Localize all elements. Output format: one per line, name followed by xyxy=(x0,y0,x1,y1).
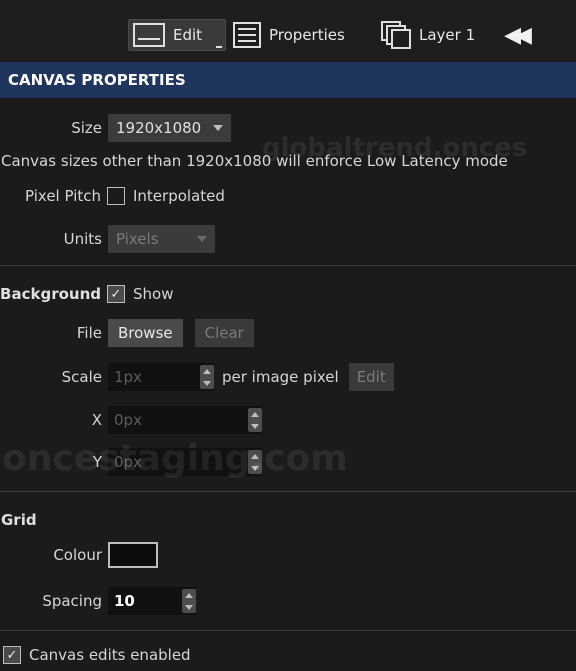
scale-row: Scale 1px per image pixel Edit xyxy=(0,362,576,392)
edit-tab-button[interactable]: Edit xyxy=(128,19,226,51)
stepper-arrows-icon[interactable] xyxy=(182,589,196,613)
x-label: X xyxy=(91,411,102,429)
size-select[interactable]: 1920x1080 xyxy=(108,114,232,142)
layers-icon xyxy=(381,21,411,49)
scale-stepper[interactable]: 1px xyxy=(108,363,214,391)
y-label: Y xyxy=(92,453,102,471)
y-row: Y 0px xyxy=(0,447,576,477)
monitor-icon xyxy=(133,23,165,47)
toolbar: Edit Properties Layer 1 ◀◀ xyxy=(0,0,576,60)
spacing-label: Spacing xyxy=(42,592,102,610)
units-select[interactable]: Pixels xyxy=(108,225,215,253)
size-value: 1920x1080 xyxy=(116,119,202,137)
note-row: Canvas sizes other than 1920x1080 will e… xyxy=(0,146,576,176)
size-row: Size 1920x1080 xyxy=(0,113,576,143)
y-value: 0px xyxy=(114,453,142,471)
scale-label: Scale xyxy=(61,368,102,386)
section-divider xyxy=(0,491,576,492)
low-latency-note: Canvas sizes other than 1920x1080 will e… xyxy=(1,152,508,170)
section-divider xyxy=(0,265,576,266)
scale-edit-button[interactable]: Edit xyxy=(348,363,394,391)
edit-tab-label: Edit xyxy=(173,26,203,44)
pixel-pitch-row: Pixel Pitch Interpolated xyxy=(0,181,576,211)
grid-colour-swatch[interactable] xyxy=(108,542,158,568)
spacing-row: Spacing 10 xyxy=(0,586,576,616)
units-row: Units Pixels xyxy=(0,224,576,254)
section-divider xyxy=(0,630,576,631)
scale-value: 1px xyxy=(114,368,142,386)
panel-header: CANVAS PROPERTIES xyxy=(0,62,576,98)
show-label: Show xyxy=(133,285,174,303)
clear-button[interactable]: Clear xyxy=(194,319,254,347)
chevron-down-icon xyxy=(213,125,224,131)
size-label: Size xyxy=(71,119,102,137)
colour-label: Colour xyxy=(53,546,102,564)
background-row: Background ✓ Show xyxy=(0,279,576,309)
properties-tab-label: Properties xyxy=(269,26,345,44)
dropdown-caret-icon xyxy=(216,46,222,48)
interpolated-label: Interpolated xyxy=(133,187,225,205)
colour-row: Colour xyxy=(0,540,576,570)
collapse-panel-button[interactable]: ◀◀ xyxy=(500,19,532,51)
scale-suffix: per image pixel xyxy=(222,368,339,386)
stepper-arrows-icon[interactable] xyxy=(248,408,262,432)
stepper-arrows-icon[interactable] xyxy=(200,365,214,389)
x-row: X 0px xyxy=(0,405,576,435)
grid-row: Grid xyxy=(0,505,576,535)
spacing-stepper[interactable]: 10 xyxy=(108,587,196,615)
show-background-checkbox[interactable]: ✓ xyxy=(107,285,125,303)
canvas-edits-checkbox[interactable]: ✓ xyxy=(3,646,21,664)
units-value: Pixels xyxy=(116,230,159,248)
file-row: File Browse Clear xyxy=(0,318,576,348)
file-label: File xyxy=(76,324,102,342)
canvas-edits-label: Canvas edits enabled xyxy=(29,646,191,664)
pixel-pitch-label: Pixel Pitch xyxy=(25,187,101,205)
browse-button[interactable]: Browse xyxy=(108,319,183,347)
list-icon xyxy=(233,22,261,48)
units-label: Units xyxy=(63,230,102,248)
layer-tab-label: Layer 1 xyxy=(419,26,476,44)
edits-row: ✓ Canvas edits enabled xyxy=(0,640,576,670)
double-chevron-left-icon: ◀◀ xyxy=(504,22,532,48)
background-section-title: Background xyxy=(0,285,101,303)
x-value: 0px xyxy=(114,411,142,429)
stepper-arrows-icon[interactable] xyxy=(248,450,262,474)
properties-tab-button[interactable]: Properties xyxy=(233,19,363,51)
x-stepper[interactable]: 0px xyxy=(108,406,262,434)
interpolated-checkbox[interactable] xyxy=(107,187,125,205)
chevron-down-icon xyxy=(196,236,207,242)
grid-section-title: Grid xyxy=(1,511,37,529)
spacing-value: 10 xyxy=(114,592,135,610)
layer-tab-button[interactable]: Layer 1 xyxy=(381,19,491,51)
y-stepper[interactable]: 0px xyxy=(108,448,262,476)
